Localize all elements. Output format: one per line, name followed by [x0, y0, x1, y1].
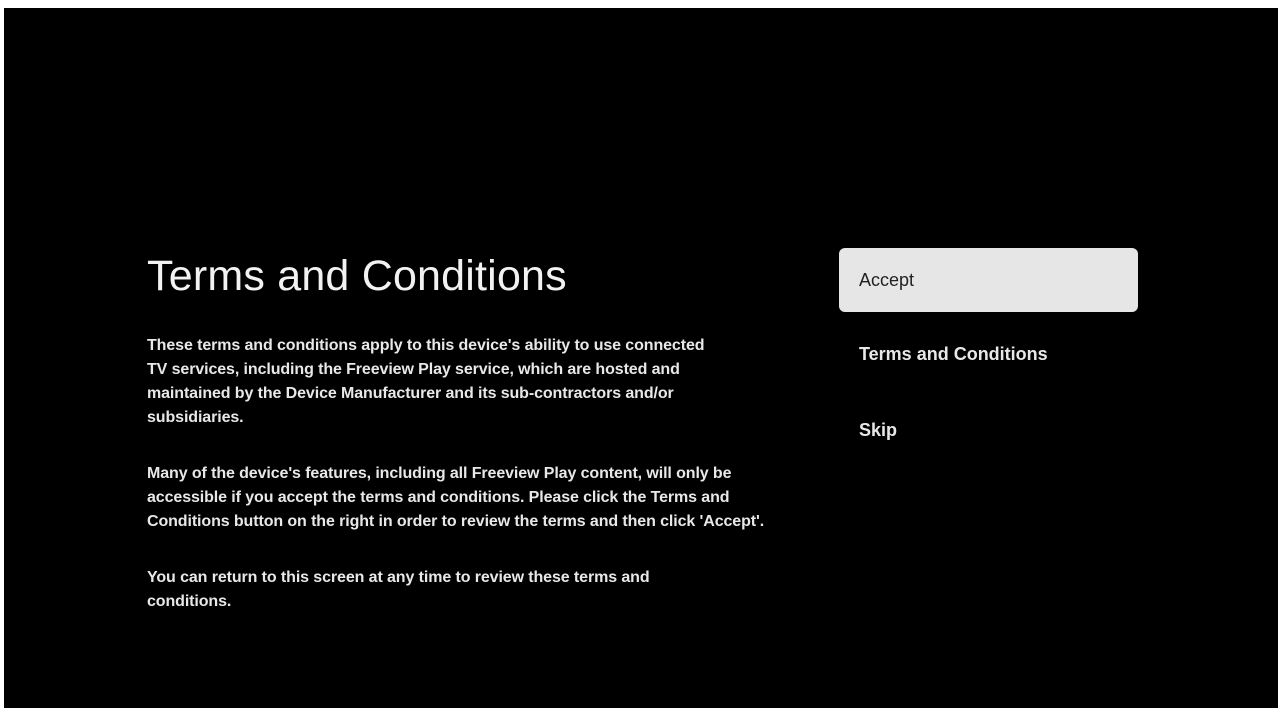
terms-description: These terms and conditions apply to this… — [147, 334, 767, 614]
accept-button[interactable]: Accept — [839, 248, 1138, 312]
page-title: Terms and Conditions — [147, 252, 567, 300]
paragraph-intro: These terms and conditions apply to this… — [147, 337, 705, 426]
skip-button[interactable]: Skip — [839, 398, 1138, 462]
tv-screen: Terms and Conditions These terms and con… — [4, 8, 1278, 708]
paragraph-features: Many of the device's features, including… — [147, 465, 765, 530]
terms-and-conditions-button[interactable]: Terms and Conditions — [839, 322, 1138, 386]
terms-panel: Terms and Conditions These terms and con… — [147, 248, 767, 614]
paragraph-return: You can return to this screen at any tim… — [147, 569, 650, 610]
action-menu: Accept Terms and Conditions Skip — [839, 248, 1138, 462]
